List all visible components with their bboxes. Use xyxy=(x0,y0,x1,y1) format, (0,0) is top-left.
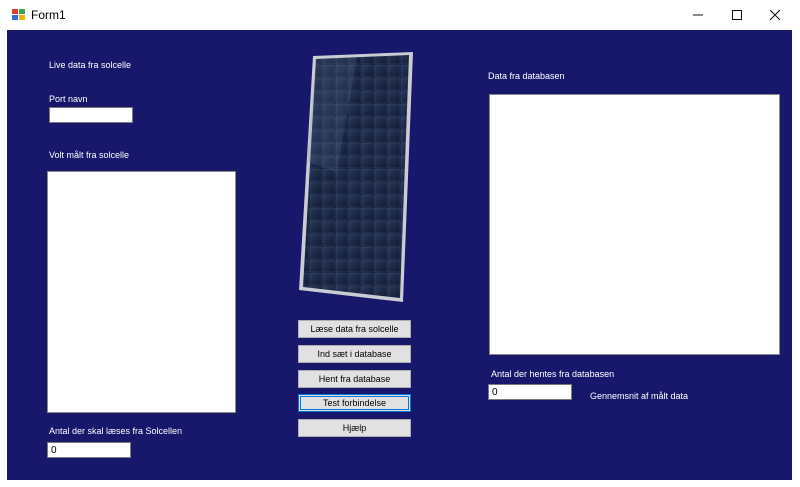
minimize-icon xyxy=(693,14,703,16)
read-data-button[interactable]: Læse data fra solcelle xyxy=(298,320,411,338)
close-icon xyxy=(770,10,780,20)
count-read-input[interactable] xyxy=(47,442,131,458)
minimize-button[interactable] xyxy=(680,0,716,30)
port-name-label: Port navn xyxy=(49,94,88,104)
count-read-label: Antal der skal læses fra Solcellen xyxy=(49,426,183,436)
data-from-db-label: Data fra databasen xyxy=(488,71,565,81)
insert-database-button[interactable]: Ind sæt i database xyxy=(298,345,411,363)
average-label: Gennemsnit af målt data xyxy=(590,391,689,401)
volt-measured-label: Volt målt fra solcelle xyxy=(49,150,130,160)
database-listbox[interactable] xyxy=(489,94,780,355)
solar-panel-image xyxy=(299,52,413,302)
live-data-label: Live data fra solcelle xyxy=(49,60,132,70)
form-client-area: Live data fra solcelle Port navn Volt må… xyxy=(7,30,792,480)
port-name-input[interactable] xyxy=(49,107,133,123)
count-fetch-input[interactable] xyxy=(488,384,572,400)
app-icon xyxy=(12,9,25,20)
test-connection-button[interactable]: Test forbindelse xyxy=(298,394,411,412)
maximize-button[interactable] xyxy=(719,0,755,30)
close-button[interactable] xyxy=(757,0,793,30)
title-bar[interactable]: Form1 xyxy=(0,0,800,30)
help-button[interactable]: Hjælp xyxy=(298,419,411,437)
window-title: Form1 xyxy=(31,8,66,22)
window-bottom-edge xyxy=(0,480,800,487)
maximize-icon xyxy=(732,10,742,20)
fetch-database-button[interactable]: Hent fra database xyxy=(298,370,411,388)
count-fetch-label: Antal der hentes fra databasen xyxy=(491,369,615,379)
volt-listbox[interactable] xyxy=(47,171,236,413)
